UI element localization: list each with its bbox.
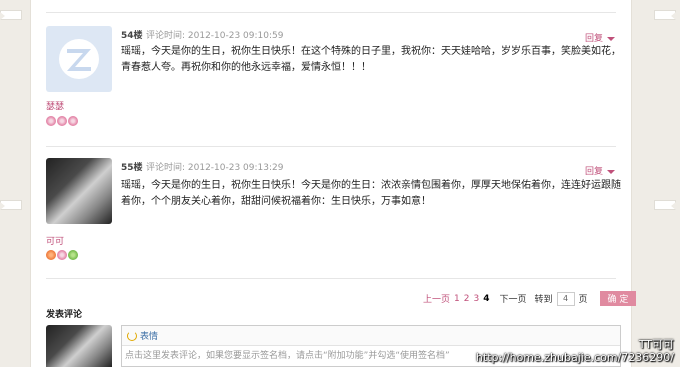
- current-page: 4: [483, 293, 490, 304]
- right-ribbon-decoration: [654, 10, 676, 20]
- smile-icon: [127, 330, 137, 341]
- leaf-icon: [68, 250, 78, 260]
- divider: [46, 12, 616, 13]
- flower-icon: [68, 116, 78, 126]
- right-ribbon-decoration: [654, 200, 676, 210]
- pagination: 上一页 1 2 3 4 下一页 转到 页 确 定: [423, 291, 637, 306]
- left-ribbon-decoration: [0, 200, 22, 210]
- flower-icon: [57, 116, 67, 126]
- page-link-1[interactable]: 1: [454, 294, 460, 304]
- page-unit-label: 页: [578, 295, 588, 305]
- signature: 瑟瑟: [46, 102, 65, 112]
- comment-text: 瑶瑶，今天是你的生日，祝你生日快乐！在这个特殊的日子里，我祝你：天天娃哈哈，岁岁…: [121, 46, 621, 73]
- comment-time: 评论时间: 2012-10-23 09:13:29: [146, 163, 284, 173]
- page-number-input[interactable]: [556, 291, 575, 306]
- watermark-url: http://home.zhubajie.com/7236290/: [475, 351, 674, 364]
- emoticon-row: [46, 116, 78, 126]
- divider: [46, 146, 616, 147]
- reply-button[interactable]: 回复: [585, 164, 616, 177]
- chevron-down-icon: [607, 36, 616, 41]
- my-avatar: [46, 325, 112, 367]
- left-ribbon-decoration: [0, 10, 22, 20]
- editor-toolbar: 表情: [122, 326, 620, 346]
- goto-label: 转到: [534, 295, 553, 305]
- floor-number: 55楼: [121, 163, 143, 173]
- flower-icon: [57, 250, 67, 260]
- section-title: 发表评论: [46, 310, 83, 320]
- emoticon-row: [46, 250, 78, 260]
- divider: [46, 278, 616, 279]
- default-avatar-icon[interactable]: [46, 26, 112, 92]
- flower-icon: [46, 116, 56, 126]
- user-avatar[interactable]: [46, 158, 112, 224]
- prev-page-link[interactable]: 上一页: [423, 292, 450, 305]
- floor-number: 54楼: [121, 31, 143, 41]
- emoticon-button[interactable]: 表情: [140, 329, 158, 342]
- comment-text: 瑶瑶，今天是你的生日，祝你生日快乐！今天是你的生日：浓浓亲情包围着你，厚厚天地保…: [121, 180, 621, 207]
- page-link-2[interactable]: 2: [464, 294, 470, 304]
- orange-icon: [46, 250, 56, 260]
- star-logo-icon: [59, 39, 99, 79]
- reply-button[interactable]: 回复: [585, 31, 616, 44]
- chevron-down-icon: [607, 169, 616, 174]
- page-link-3[interactable]: 3: [473, 294, 479, 304]
- next-page-link[interactable]: 下一页: [499, 292, 526, 305]
- confirm-button[interactable]: 确 定: [599, 291, 637, 306]
- watermark-name: TT可可: [638, 338, 674, 351]
- comment-time: 评论时间: 2012-10-23 09:10:59: [146, 31, 284, 41]
- signature: 可可: [46, 237, 65, 247]
